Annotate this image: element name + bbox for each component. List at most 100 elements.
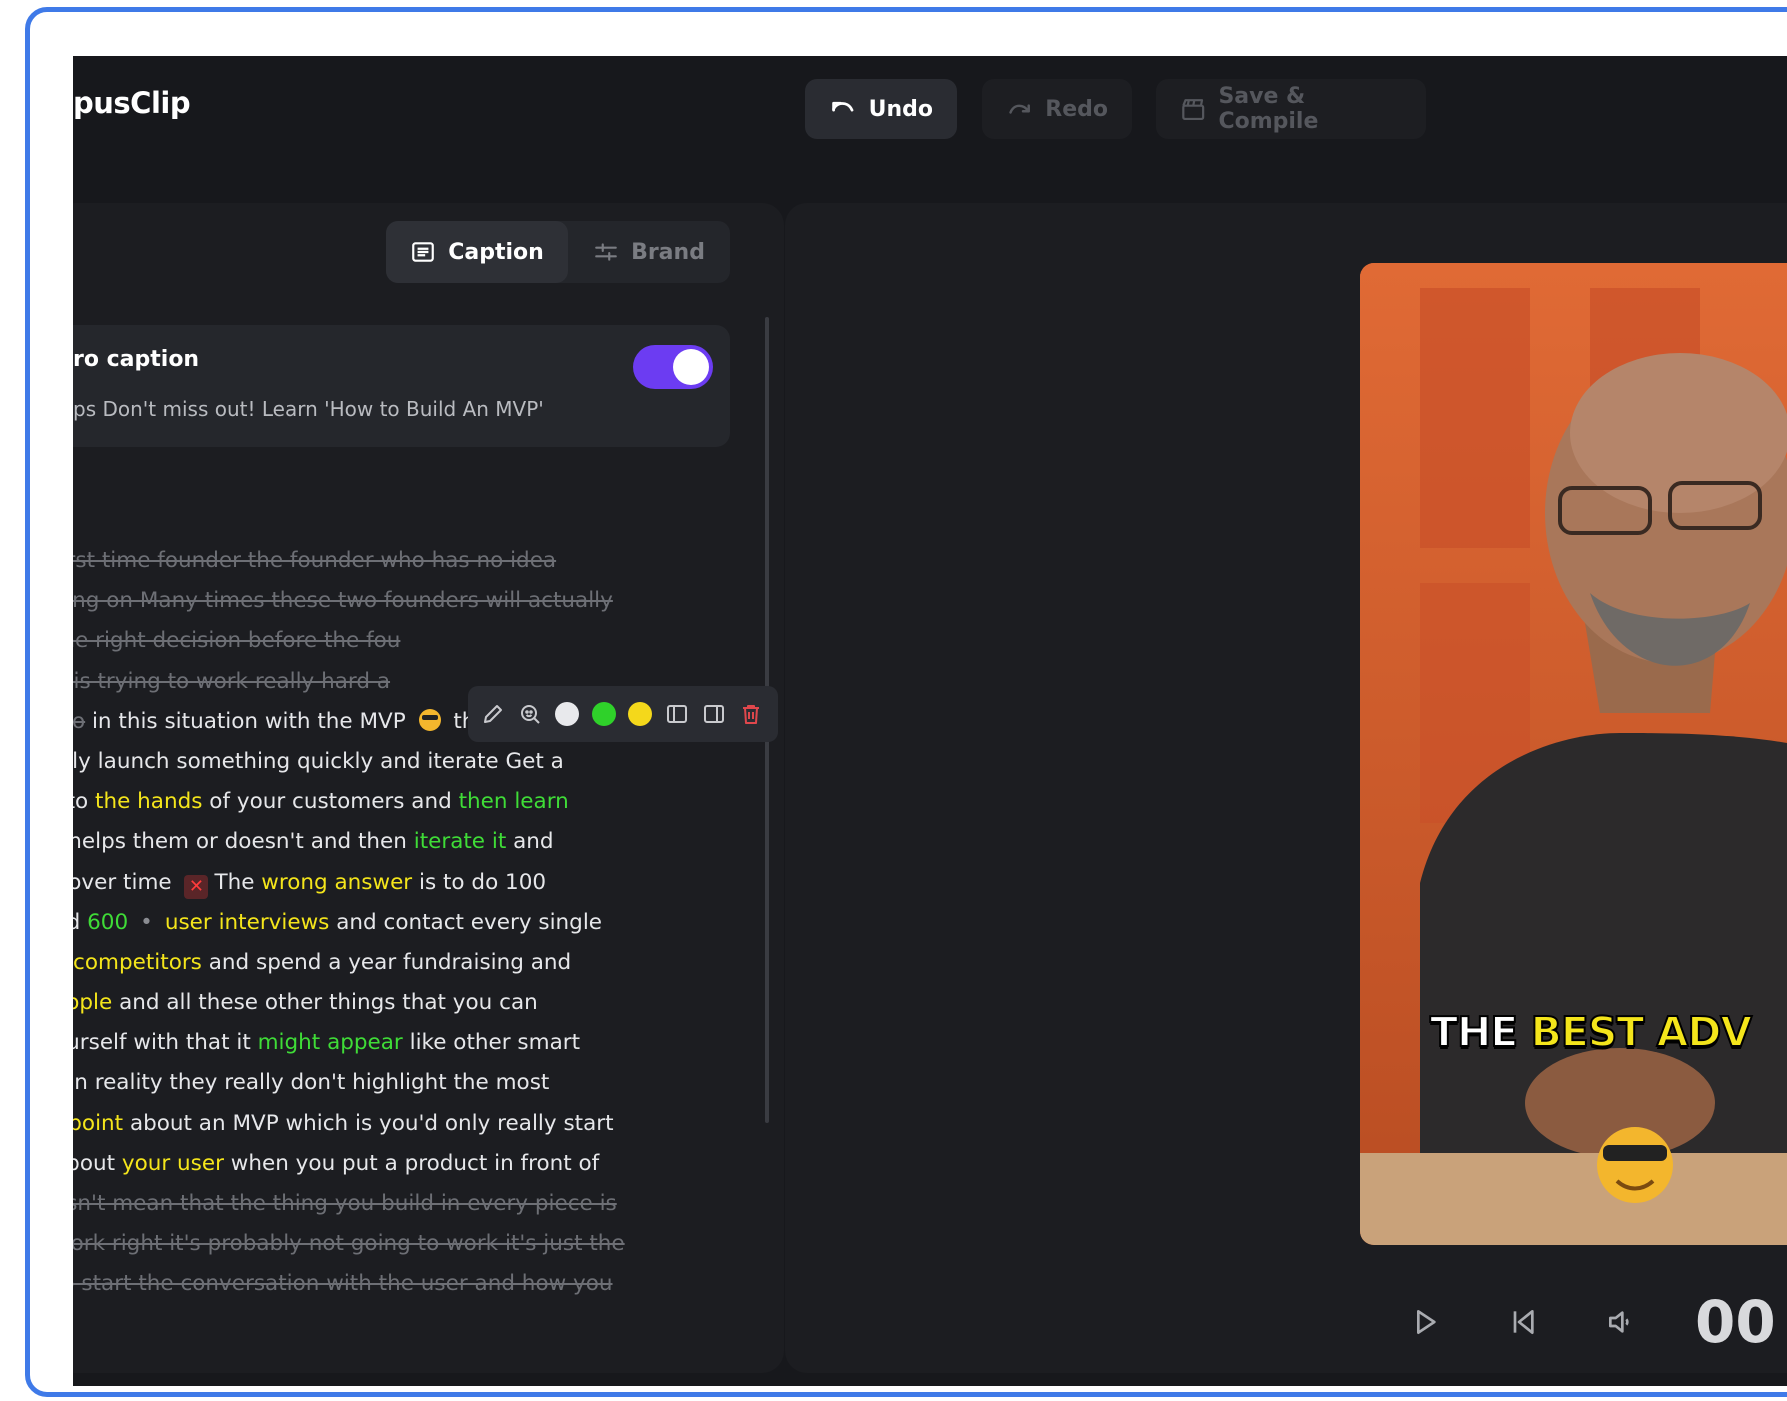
volume-button[interactable] [1601, 1302, 1641, 1342]
transcript-text[interactable]: work right it's probably not going to wo… [73, 1231, 625, 1256]
transcript-line[interactable]: nd 600 • user interviews and contact every… [73, 903, 753, 943]
highlighted-word[interactable]: might appear [258, 1030, 403, 1055]
transcript-line[interactable]: ourself with that it might appear like o… [73, 1023, 753, 1063]
highlighted-word[interactable]: iterate it [414, 829, 507, 854]
skip-back-button[interactable] [1503, 1302, 1543, 1342]
app-logo[interactable]: pusClip [73, 86, 191, 120]
redo-label: Redo [1045, 96, 1108, 122]
split-left-button[interactable] [660, 696, 695, 733]
transcript-line[interactable]: t helps them or doesn't and then iterate… [73, 822, 753, 862]
undo-button[interactable]: Undo [805, 79, 957, 139]
transcript-line[interactable]: t over time ✕The wrong answer is to do 1… [73, 863, 753, 903]
transcript-text[interactable]: like other smart [403, 1030, 580, 1055]
transcript-text[interactable]: the right decision before the fou [73, 628, 400, 653]
cross-mark-emoji-icon[interactable]: ✕ [184, 874, 209, 899]
transcript-line[interactable]: esn't mean that the thing you build in e… [73, 1184, 753, 1224]
transcript: first time founder the founder who has n… [73, 541, 753, 1305]
editor-app: pusClip Undo Redo Save & Compile Caption… [73, 56, 1787, 1386]
transcript-line[interactable]: t point about an MVP which is you'd only… [73, 1104, 753, 1144]
playback-timecode: 00 [1695, 1288, 1776, 1356]
deleted-word[interactable]: -so [73, 709, 85, 734]
emoji-search-icon [521, 705, 540, 724]
transcript-line[interactable]: to start the conversation with the user … [73, 1264, 753, 1304]
transcript-text[interactable]: and contact every single [329, 910, 602, 935]
undo-icon [832, 101, 854, 112]
highlighted-word[interactable]: wrong answer [261, 870, 412, 895]
save-compile-label: Save & Compile [1218, 84, 1319, 134]
panel-left-icon [667, 705, 688, 723]
tab-brand-label: Brand [631, 239, 705, 265]
transcript-line[interactable]: work right it's probably not going to wo… [73, 1224, 753, 1264]
caption-icon [412, 242, 435, 262]
highlighted-word[interactable]: e competitors [73, 950, 202, 975]
transcript-text[interactable]: about an MVP which is you'd only really … [123, 1111, 614, 1136]
tab-brand[interactable]: Brand [568, 221, 730, 283]
transcript-text[interactable]: to start the conversation with the user … [73, 1271, 613, 1296]
transcript-text[interactable]: The [214, 870, 261, 895]
transcript-line[interactable]: oing on Many times these two founders wi… [73, 581, 753, 621]
delete-word-button[interactable] [733, 696, 768, 733]
transcript-text[interactable]: of your customers and [202, 789, 458, 814]
tab-caption[interactable]: Caption [386, 221, 568, 283]
transcript-text[interactable]: first time founder the founder who has n… [73, 548, 556, 573]
highlighted-word[interactable]: eople [73, 990, 112, 1015]
transcript-text[interactable]: about [73, 1151, 122, 1176]
intro-caption-title: ro caption [73, 347, 200, 372]
transcript-line[interactable]: about your user when you put a product i… [73, 1144, 753, 1184]
transcript-text[interactable]: and spend a year fundraising and [202, 950, 571, 975]
yellow-swatch-icon [628, 702, 653, 726]
save-compile-button[interactable]: Save & Compile [1156, 79, 1426, 139]
intro-caption-toggle[interactable] [633, 345, 713, 389]
transcript-text[interactable]: when you put a product in front of [224, 1151, 599, 1176]
panel-right-icon [703, 705, 724, 723]
transcript-line[interactable]: first time founder the founder who has n… [73, 541, 753, 581]
pencil-icon [484, 705, 503, 723]
redo-icon [1009, 104, 1030, 114]
transcript-text[interactable]: t helps them or doesn't and then [73, 829, 414, 854]
transcript-line[interactable]: nto the hands of your customers and then… [73, 782, 753, 822]
color-white-button[interactable] [550, 696, 585, 733]
video-frame-image [1360, 263, 1787, 1245]
transcript-text[interactable]: oing on Many times these two founders wi… [73, 588, 613, 613]
color-green-button[interactable] [586, 696, 621, 733]
redo-button[interactable]: Redo [982, 79, 1132, 139]
transcript-text[interactable]: and all these other things that you can [112, 990, 538, 1015]
transcript-line[interactable]: e competitors and spend a year fundraisi… [73, 943, 753, 983]
transcript-text[interactable]: t in reality they really don't highlight… [73, 1070, 549, 1095]
highlighted-word[interactable]: user interviews [165, 910, 330, 935]
transcript-text[interactable]: ally launch something quickly and iterat… [73, 749, 564, 774]
browser-frame: pusClip Undo Redo Save & Compile Caption… [25, 7, 1787, 1397]
edit-word-button[interactable] [476, 696, 511, 733]
sliders-icon [595, 243, 617, 261]
emoji-button[interactable] [513, 696, 548, 733]
bullet-separator-icon: • [140, 909, 153, 935]
transcript-text[interactable]: esn't mean that the thing you build in e… [73, 1191, 617, 1216]
video-preview[interactable]: THE BEST ADV [1360, 263, 1787, 1245]
video-caption-overlay: THE BEST ADV [1429, 1007, 1753, 1057]
sunglasses-emoji-icon[interactable] [418, 708, 441, 731]
transcript-line[interactable]: eople and all these other things that yo… [73, 983, 753, 1023]
undo-label: Undo [868, 96, 933, 122]
transcript-text[interactable]: ourself with that it [73, 1030, 258, 1055]
transcript-text[interactable]: nd [73, 910, 87, 935]
transcript-line[interactable]: ally launch something quickly and iterat… [73, 742, 753, 782]
transcript-text[interactable]: t over time [73, 870, 178, 895]
highlighted-word[interactable]: then learn [459, 789, 569, 814]
split-right-button[interactable] [697, 696, 732, 733]
highlighted-word[interactable]: 600 [87, 910, 128, 935]
color-yellow-button[interactable] [623, 696, 658, 733]
transcript-text[interactable]: is to do 100 [412, 870, 546, 895]
intro-caption-text[interactable]: ps Don't miss out! Learn 'How to Build A… [73, 397, 544, 421]
transcript-text[interactable]: d is trying to work really hard a [73, 669, 390, 694]
white-swatch-icon [554, 702, 579, 726]
transcript-line[interactable]: the right decision before the fou [73, 621, 753, 661]
transcript-text[interactable]: and [506, 829, 553, 854]
transcript-line[interactable]: t in reality they really don't highlight… [73, 1063, 753, 1103]
intro-caption-card: ro caption ps Don't miss out! Learn 'How… [73, 325, 730, 447]
play-button[interactable] [1405, 1302, 1445, 1342]
transcript-text[interactable]: nto [73, 789, 95, 814]
highlighted-word[interactable]: t point [73, 1111, 123, 1136]
transcript-text[interactable]: in this situation with the MVP [85, 709, 412, 734]
highlighted-word[interactable]: the hands [95, 789, 202, 814]
highlighted-word[interactable]: your user [122, 1151, 224, 1176]
